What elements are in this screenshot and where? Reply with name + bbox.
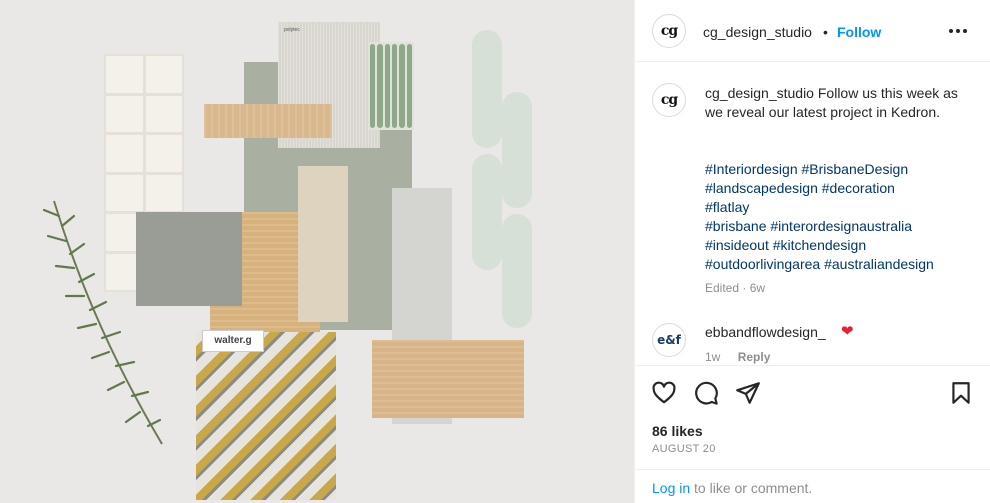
separator-dot: • xyxy=(823,24,828,40)
hashtag-line[interactable]: #insideout #kitchendesign xyxy=(705,236,975,255)
green-finger-tiles xyxy=(368,42,414,130)
edited-timestamp: Edited · 6w xyxy=(705,281,766,295)
post-date: AUGUST 20 xyxy=(652,443,716,455)
oak-block-sample xyxy=(204,104,332,138)
post-photo[interactable]: polytec walter.g xyxy=(0,0,634,503)
like-count[interactable]: 86 likes xyxy=(652,423,703,439)
share-icon[interactable] xyxy=(735,380,761,406)
action-bar xyxy=(635,365,990,421)
commenter-username[interactable]: ebbandflowdesign_ xyxy=(705,324,826,340)
fabric-sample xyxy=(196,332,336,500)
login-prompt: Log in to like or comment. xyxy=(652,480,812,496)
login-bar: Log in to like or comment. xyxy=(635,469,990,503)
post-side-panel: cg cg_design_studio • Follow cg cg_desig… xyxy=(634,0,990,503)
fabric-brand-label: walter.g xyxy=(202,330,264,352)
profile-avatar[interactable]: cg xyxy=(652,14,686,48)
marble-pill-tile xyxy=(502,92,532,208)
hashtag-line[interactable]: #outdoorlivingarea #australiandesign xyxy=(705,255,975,274)
oak-square-sample xyxy=(372,340,524,418)
commenter-avatar[interactable]: e&f xyxy=(652,323,686,357)
heart-icon[interactable] xyxy=(651,380,677,406)
heart-emoji: ❤ xyxy=(841,323,854,340)
comment-time: 1w xyxy=(705,350,721,364)
comment-icon[interactable] xyxy=(693,380,719,406)
header-username[interactable]: cg_design_studio xyxy=(703,24,812,40)
rosemary-sprig xyxy=(42,200,163,445)
login-link[interactable]: Log in xyxy=(652,480,690,496)
caption-username[interactable]: cg_design_studio xyxy=(705,85,814,101)
marble-pill-tile xyxy=(502,214,532,328)
comment-meta: 1w Reply xyxy=(705,350,784,364)
post-caption: cg_design_studio Follow us this week as … xyxy=(705,84,975,122)
reply-button[interactable]: Reply xyxy=(738,350,771,364)
travertine-sample xyxy=(298,166,348,322)
caption-avatar[interactable]: cg xyxy=(652,83,686,117)
hashtag-line[interactable]: #landscapedesign #decoration xyxy=(705,179,975,198)
post-header: cg cg_design_studio • Follow xyxy=(635,0,990,62)
follow-button[interactable]: Follow xyxy=(837,24,881,40)
hashtag-line[interactable]: #Interiordesign #BrisbaneDesign xyxy=(705,160,975,179)
hashtag-line[interactable]: #flatlay xyxy=(705,198,975,217)
bookmark-icon[interactable] xyxy=(948,380,974,406)
laminate-card-label: polytec xyxy=(284,27,300,33)
login-text: to like or comment. xyxy=(694,480,813,496)
hashtag-line[interactable]: #brisbane #interordesignaustralia xyxy=(705,217,975,236)
marble-pill-tile xyxy=(472,30,502,148)
hashtag-list: #Interiordesign #BrisbaneDesign #landsca… xyxy=(705,160,975,274)
marble-pill-tile xyxy=(472,154,502,270)
more-horizontal-icon[interactable] xyxy=(947,20,969,47)
